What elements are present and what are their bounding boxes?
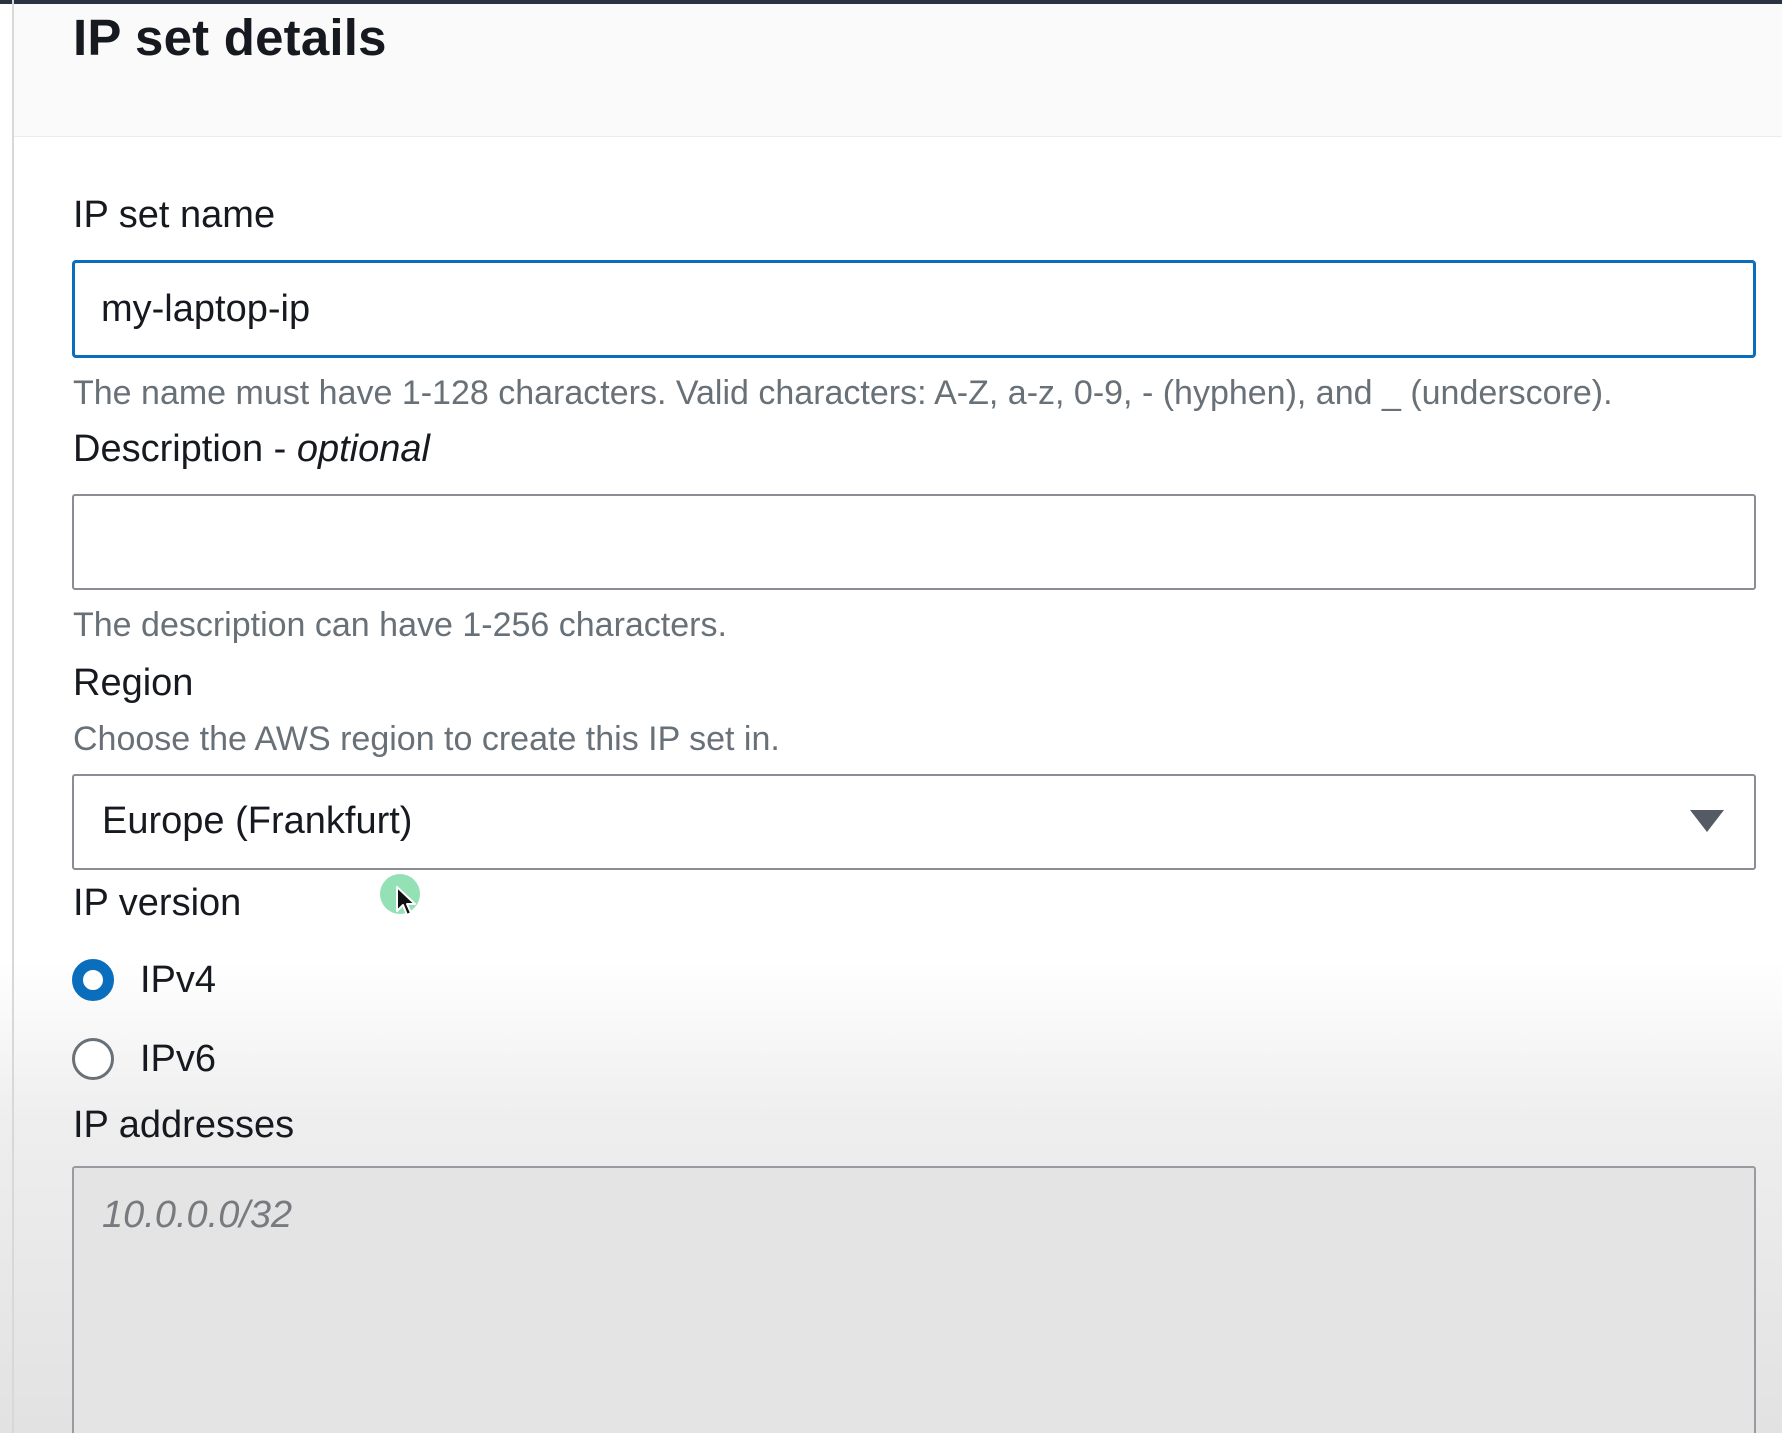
radio-ipv6[interactable] [72,1038,114,1080]
radio-ipv4-label: IPv4 [140,958,217,1001]
radio-ipv4[interactable] [72,959,114,1001]
page-title: IP set details [73,9,387,66]
left-divider [12,0,14,1433]
radio-option-ipv4[interactable]: IPv4 [72,955,216,1005]
region-select[interactable]: Europe (Frankfurt) [72,774,1756,870]
ip-addresses-placeholder: 10.0.0.0/32 [102,1194,293,1236]
ip-set-form-page: IP set details IP set name The name must… [0,0,1782,1433]
ip-version-label: IP version [73,882,242,924]
ip-set-name-label: IP set name [73,194,276,236]
description-label: Description - optional [73,428,430,471]
radio-ipv6-label: IPv6 [140,1037,217,1080]
mouse-pointer-icon [378,870,424,926]
region-selected-value: Europe (Frankfurt) [102,800,413,842]
ip-set-name-input[interactable] [72,260,1756,358]
description-hint: The description can have 1-256 character… [73,606,727,644]
ip-set-name-hint: The name must have 1-128 characters. Val… [73,374,1613,412]
region-hint: Choose the AWS region to create this IP … [73,720,780,758]
container-header: IP set details [14,4,1782,137]
description-input[interactable] [72,494,1756,590]
region-label: Region [73,662,194,704]
pointer-arrow [396,886,416,916]
caret-down-icon[interactable] [1690,810,1724,832]
ip-addresses-textarea[interactable]: 10.0.0.0/32 [72,1166,1756,1433]
description-label-text: Description - [73,428,297,470]
optional-tag: optional [296,428,430,470]
radio-option-ipv6[interactable]: IPv6 [72,1034,216,1084]
ip-addresses-label: IP addresses [73,1104,295,1146]
